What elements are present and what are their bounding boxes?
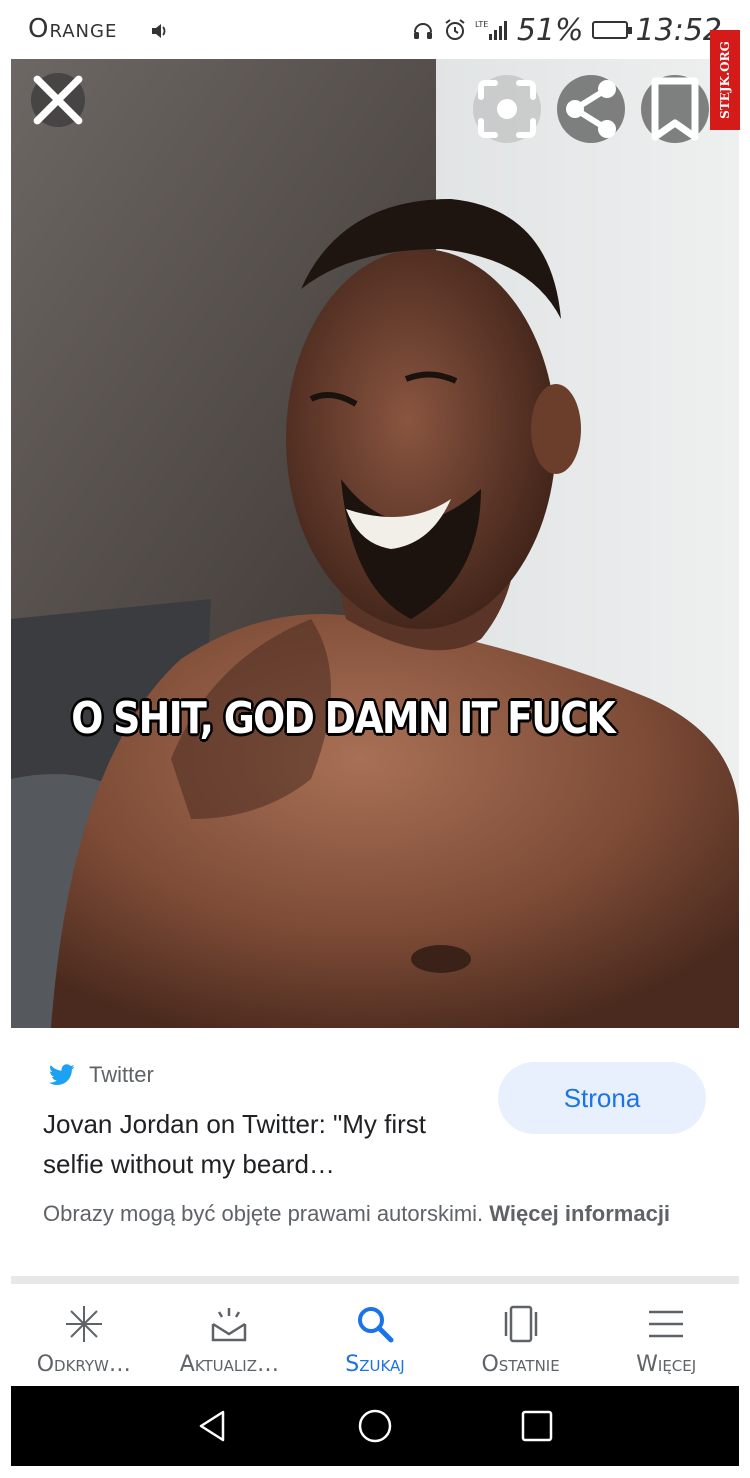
watermark-badge: STEJK.ORG (710, 30, 740, 130)
nav-item-more[interactable]: Więcej (593, 1286, 739, 1386)
copyright-text: Obrazy mogą być objęte prawami autorskim… (43, 1201, 484, 1226)
result-title[interactable]: Jovan Jordan on Twitter: "My first selfi… (43, 1104, 463, 1184)
share-icon (566, 80, 616, 138)
share-button[interactable] (557, 75, 625, 143)
back-icon[interactable] (193, 1406, 233, 1446)
carrier-name: Orange (28, 14, 118, 44)
alarm-icon (445, 19, 465, 40)
search-icon (357, 1307, 394, 1343)
selfie-photo (11, 59, 739, 1028)
nav-label-updates: Aktualiz… (179, 1352, 279, 1377)
more-info-link[interactable]: Więcej informacji (489, 1201, 670, 1226)
lte-signal-icon: LTE (475, 20, 507, 40)
watermark-text: STEJK.ORG (718, 41, 732, 119)
nav-item-updates[interactable]: Aktualiz… (157, 1286, 303, 1386)
sound-icon (152, 24, 166, 38)
save-button[interactable] (641, 75, 709, 143)
home-icon[interactable] (355, 1406, 395, 1446)
twitter-bird-icon (49, 1064, 75, 1085)
nav-label-more: Więcej (636, 1352, 697, 1377)
nav-label-search: Szukaj (345, 1352, 405, 1377)
visit-page-button[interactable]: Strona (498, 1062, 706, 1134)
nav-item-discover[interactable]: Odkryw… (11, 1286, 157, 1386)
lens-icon (478, 80, 536, 138)
asterisk-icon (65, 1306, 102, 1342)
battery-percent: 51% (516, 12, 584, 48)
divider (11, 1276, 739, 1284)
updates-tray-icon (212, 1308, 247, 1342)
nav-label-recent: Ostatnie (481, 1352, 560, 1377)
copyright-notice: Obrazy mogą być objęte prawami autorskim… (43, 1198, 683, 1230)
source-name: Twitter (89, 1062, 154, 1087)
bottom-nav: Odkryw… Aktualiz… Szukaj Ostatnie Więcej (11, 1286, 739, 1386)
meme-caption: O SHIT, GOD DAMN IT FUCK (71, 693, 615, 744)
close-button[interactable] (31, 73, 85, 127)
image-preview[interactable]: O SHIT, GOD DAMN IT FUCK (11, 59, 739, 1028)
result-info: Twitter Jovan Jordan on Twitter: "My fir… (11, 1028, 739, 1278)
status-bar: Orange LTE 51% 13:52 (0, 0, 750, 60)
svg-text:LTE: LTE (475, 20, 488, 29)
nav-label-discover: Odkryw… (36, 1352, 131, 1377)
menu-icon (649, 1310, 684, 1338)
close-icon (33, 75, 83, 125)
lens-button[interactable] (473, 75, 541, 143)
nav-item-search[interactable]: Szukaj (302, 1286, 448, 1386)
recents-icon[interactable] (517, 1406, 557, 1446)
system-nav-bar (11, 1386, 739, 1466)
battery-charging-icon (591, 21, 632, 39)
source-row[interactable]: Twitter (49, 1062, 154, 1088)
headphones-icon (413, 23, 432, 39)
status-icons: LTE 51% 13:52 (411, 12, 722, 48)
bookmark-icon (651, 77, 699, 141)
recent-cards-icon (504, 1305, 537, 1343)
nav-item-recent[interactable]: Ostatnie (448, 1286, 594, 1386)
